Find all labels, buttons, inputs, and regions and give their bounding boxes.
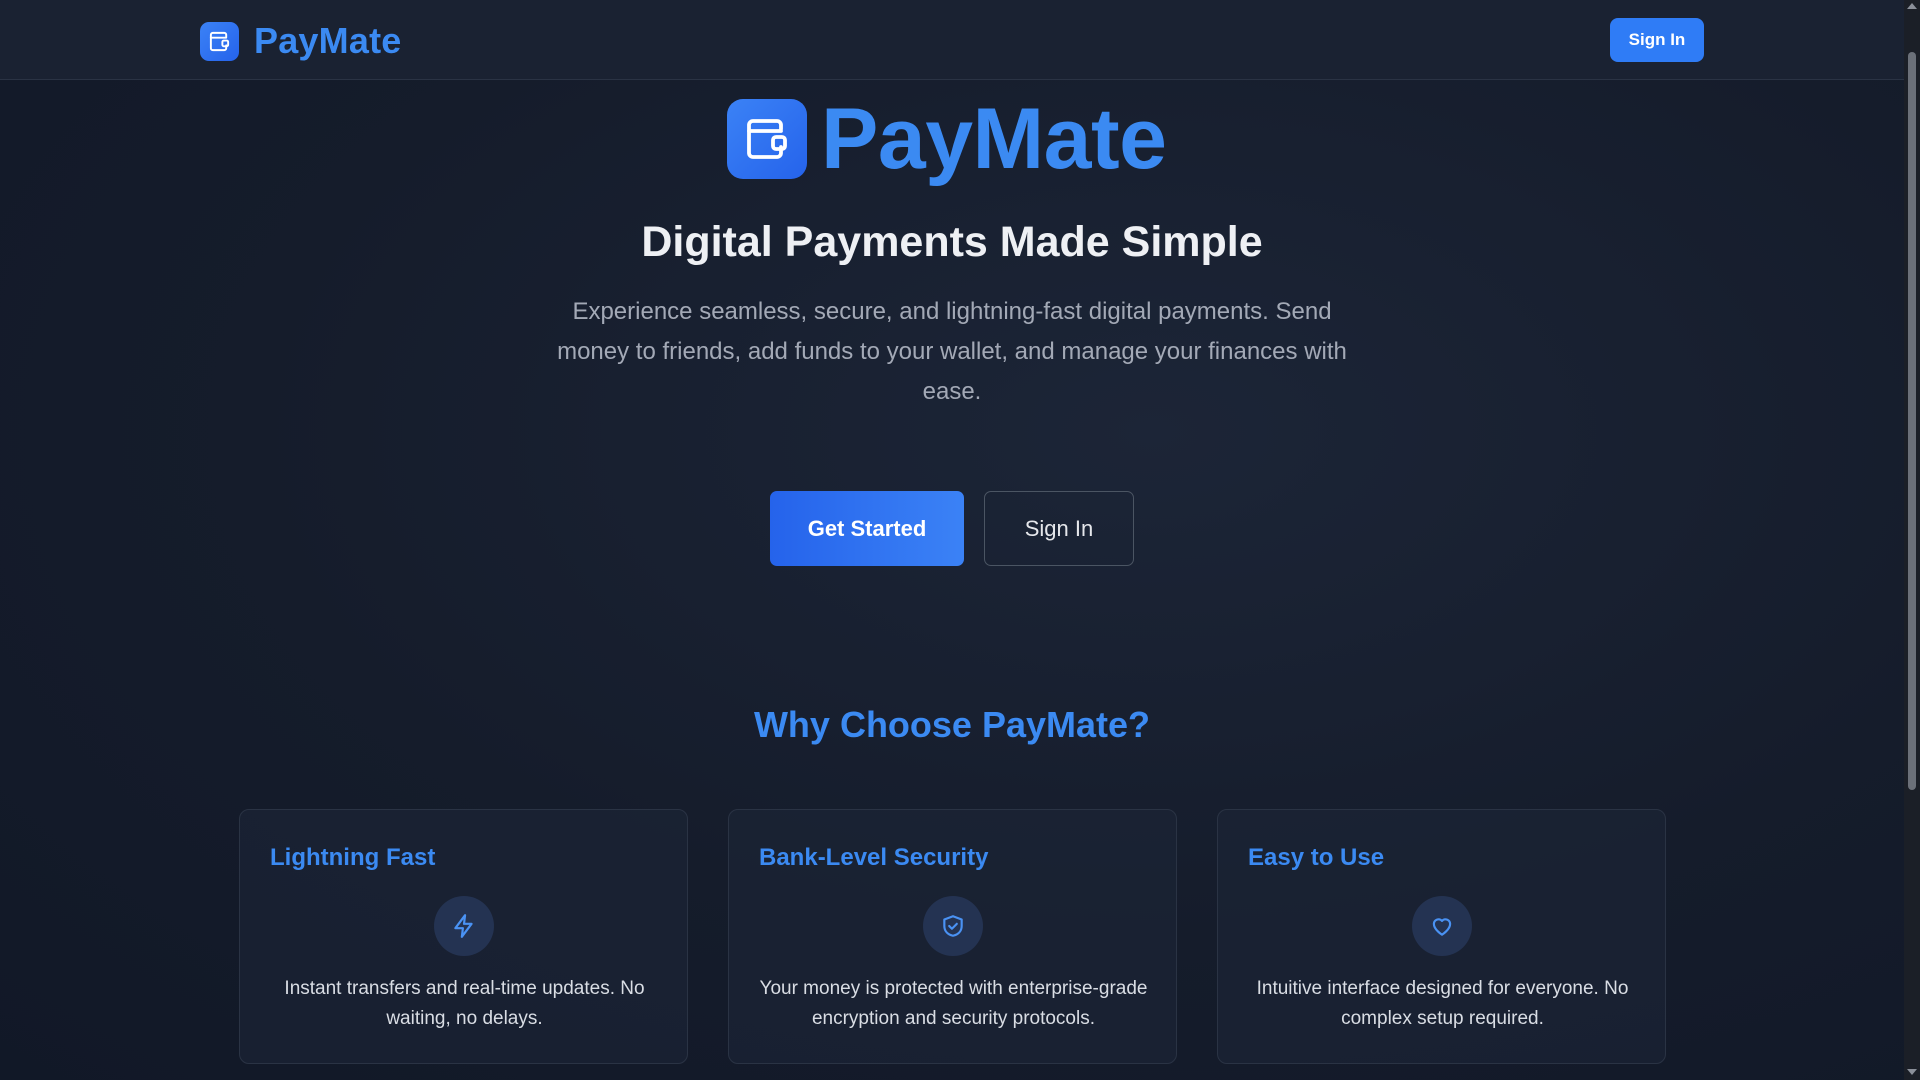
shield-check-icon xyxy=(923,896,983,956)
feature-card-bank-level-security: Bank-Level Security Your money is protec… xyxy=(728,809,1177,1064)
wallet-icon xyxy=(200,21,239,61)
feature-title: Lightning Fast xyxy=(270,844,436,871)
landing-page: PayMate Sign In PayMate Digital Payments… xyxy=(0,0,1904,1080)
hero-subtitle: Experience seamless, secure, and lightni… xyxy=(557,298,1347,405)
hero-brand-name: PayMate xyxy=(821,91,1167,187)
heart-icon xyxy=(1412,896,1472,956)
feature-title: Easy to Use xyxy=(1248,844,1385,871)
header-brand-name: PayMate xyxy=(254,20,402,61)
scroll-up-arrow-icon[interactable] xyxy=(1907,3,1917,9)
header-signin-button[interactable]: Sign In xyxy=(1610,18,1704,62)
feature-card-lightning-fast: Lightning Fast Instant transfers and rea… xyxy=(239,809,688,1064)
cta-group: Get Started Sign In xyxy=(770,491,1134,566)
wallet-icon xyxy=(727,99,807,179)
get-started-button[interactable]: Get Started xyxy=(770,491,964,566)
header-brand[interactable]: PayMate xyxy=(200,20,401,62)
feature-title: Bank-Level Security xyxy=(759,844,989,871)
feature-description: Instant transfers and real-time updates.… xyxy=(284,978,645,1029)
scroll-down-arrow-icon[interactable] xyxy=(1907,1069,1917,1075)
why-section-title: Why Choose PayMate? xyxy=(753,704,1151,745)
top-navbar: PayMate Sign In xyxy=(0,0,1904,80)
hero-brand: PayMate xyxy=(727,91,1167,187)
lightning-icon xyxy=(434,896,494,956)
feature-description: Your money is protected with enterprise-… xyxy=(759,978,1148,1029)
feature-description: Intuitive interface designed for everyon… xyxy=(1256,978,1629,1029)
hero-signin-button[interactable]: Sign In xyxy=(984,491,1134,566)
hero-title: Digital Payments Made Simple xyxy=(641,218,1263,266)
scrollbar-thumb[interactable] xyxy=(1908,52,1916,790)
features-grid: Lightning Fast Instant transfers and rea… xyxy=(239,809,1666,1064)
feature-card-easy-to-use: Easy to Use Intuitive interface designed… xyxy=(1217,809,1666,1064)
